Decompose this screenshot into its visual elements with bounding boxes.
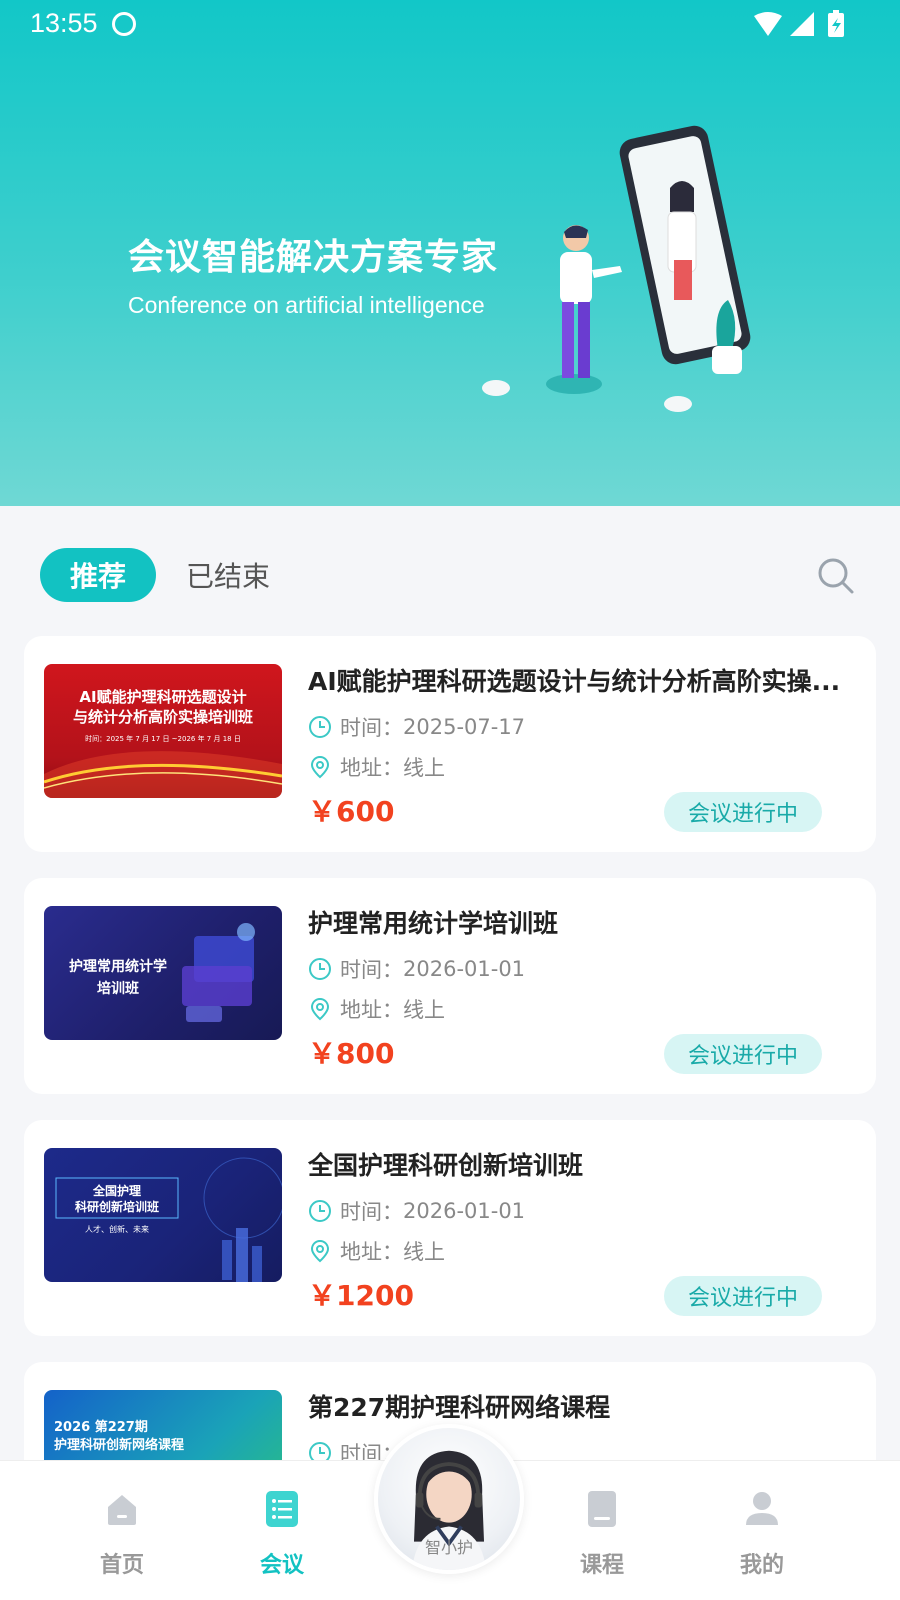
status-badge: 会议进行中 [664,792,822,832]
nav-mine[interactable]: 我的 [712,1481,812,1581]
price: ￥1200 [308,1279,414,1312]
address-value: 线上 [403,756,445,780]
nav-course[interactable]: 课程 [552,1481,652,1581]
person-icon [746,1492,778,1525]
home-icon [108,1495,136,1525]
tab-recommended[interactable]: 推荐 [40,548,156,602]
conference-thumbnail: 全国护理 科研创新培训班 人才、创新、未来 [44,1148,282,1282]
location-pin-icon [310,755,330,779]
thumb-line: 人才、创新、未来 [85,1225,149,1234]
nav-label: 会议 [259,1553,304,1578]
conference-time: 时间： 2026-01-01 [308,954,525,984]
thumb-line: 与统计分析高阶实操培训班 [72,708,253,726]
address-label: 地址： [340,1240,403,1264]
location-pin-icon [310,1239,330,1263]
clock-icon [309,1200,331,1222]
assistant-label: 智小护 [424,1538,473,1557]
thumb-line: 护理科研创新网络课程 [54,1438,185,1453]
book-icon [588,1491,616,1527]
conference-title[interactable]: 全国护理科研创新培训班 [308,1146,848,1182]
price: ￥600 [308,795,395,828]
conference-title[interactable]: 护理常用统计学培训班 [308,904,848,940]
nav-label: 我的 [739,1553,784,1578]
time-label: 时间： [340,1200,403,1224]
nav-label: 课程 [579,1553,624,1578]
banner-title: 会议智能解决方案专家 [128,237,499,278]
conference-address: 地址： 线上 [308,1236,445,1266]
nav-meeting[interactable]: 会议 [232,1481,332,1581]
notification-icon [112,12,136,36]
status-badge: 会议进行中 [664,1034,822,1074]
thumb-line: 培训班 [97,981,139,997]
ai-assistant-button[interactable]: 智小护 [374,1424,524,1574]
conference-address: 地址： 线上 [308,752,445,782]
thumb-line: 时间：2025 年 7 月 17 日 ~2026 年 7 月 18 日 [85,735,241,743]
nav-home[interactable]: 首页 [72,1481,172,1581]
conference-card[interactable]: 全国护理 科研创新培训班 人才、创新、未来 全国护理科研创新培训班 时间： 202… [24,1120,876,1336]
address-value: 线上 [403,998,445,1022]
signal-battery-icons [754,10,844,37]
conference-thumbnail: 护理常用统计学 培训班 [44,906,282,1040]
thumb-line: AI赋能护理科研选题设计 [79,688,247,706]
banner-illustration [482,125,751,412]
conference-title[interactable]: 第227期护理科研网络课程 [308,1388,848,1424]
conference-time: 时间： 2025-07-17 [308,712,525,742]
list-icon [266,1491,298,1527]
hero-banner[interactable]: 13:55 会议智能解决方案专家 Conference on artificia… [0,0,900,506]
clock-icon [309,958,331,980]
search-icon[interactable] [816,556,856,596]
location-pin-icon [310,997,330,1021]
conference-card[interactable]: AI赋能护理科研选题设计 与统计分析高阶实操培训班 时间：2025 年 7 月 … [24,636,876,852]
address-label: 地址： [340,998,403,1022]
tab-ended[interactable]: 已结束 [186,548,270,602]
address-label: 地址： [340,756,403,780]
nav-label: 首页 [99,1553,144,1578]
status-badge: 会议进行中 [664,1276,822,1316]
status-time: 13:55 [30,8,98,38]
time-label: 时间： [340,716,403,740]
price: ￥800 [308,1037,395,1070]
thumb-line: 科研创新培训班 [74,1200,159,1214]
status-bar: 13:55 [0,0,900,48]
clock-icon [309,716,331,738]
thumb-line: 护理常用统计学 [69,959,167,975]
time-value: 2025-07-17 [403,715,526,739]
thumb-line: 全国护理 [92,1184,141,1198]
banner-subtitle: Conference on artificial intelligence [128,292,485,318]
thumb-line: 2026 第227期 [54,1420,148,1435]
conference-title[interactable]: AI赋能护理科研选题设计与统计分析高阶实操... [308,662,848,698]
conference-time: 时间： 2026-01-01 [308,1196,525,1226]
time-label: 时间： [340,958,403,982]
address-value: 线上 [403,1240,445,1264]
time-value: 2026-01-01 [403,957,526,981]
conference-thumbnail: AI赋能护理科研选题设计 与统计分析高阶实操培训班 时间：2025 年 7 月 … [44,664,282,798]
conference-card[interactable]: 护理常用统计学 培训班 护理常用统计学培训班 时间： 2026-01-01 地址：… [24,878,876,1094]
conference-address: 地址： 线上 [308,994,445,1024]
filter-tabs: 推荐 已结束 [0,548,900,604]
time-value: 2026-01-01 [403,1199,526,1223]
